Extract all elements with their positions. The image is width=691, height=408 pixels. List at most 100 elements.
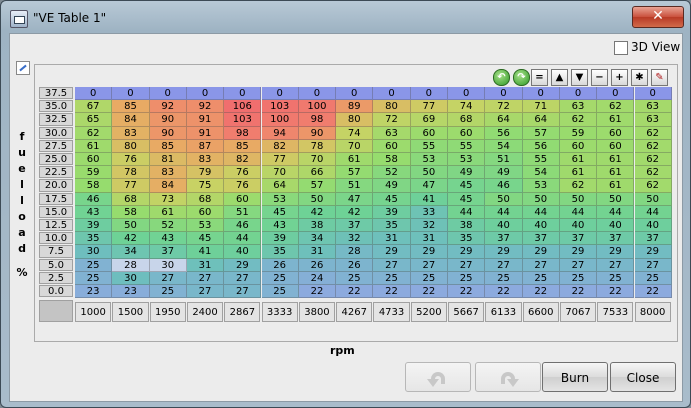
- table-cell[interactable]: 98: [224, 126, 262, 140]
- table-cell[interactable]: 56: [485, 126, 523, 140]
- table-cell[interactable]: 50: [485, 192, 523, 206]
- table-cell[interactable]: 37: [559, 232, 598, 246]
- table-cell[interactable]: 27: [373, 258, 411, 272]
- y-axis-label[interactable]: 7.5: [39, 245, 73, 258]
- decrement-icon[interactable]: ▼: [571, 69, 588, 86]
- table-cell[interactable]: 0: [186, 87, 225, 101]
- table-cell[interactable]: 0: [485, 87, 523, 101]
- x-axis-label[interactable]: 7533: [597, 302, 634, 323]
- table-cell[interactable]: 0: [634, 87, 672, 101]
- table-cell[interactable]: 50: [522, 192, 560, 206]
- redo-button[interactable]: [475, 362, 541, 392]
- table-cell[interactable]: 61: [597, 179, 635, 193]
- table-cell[interactable]: 25: [261, 285, 299, 299]
- table-cell[interactable]: 83: [149, 166, 187, 180]
- table-cell[interactable]: 67: [75, 100, 113, 114]
- table-cell[interactable]: 44: [559, 205, 598, 219]
- table-cell[interactable]: 72: [485, 100, 523, 114]
- table-cell[interactable]: 45: [448, 179, 486, 193]
- table-cell[interactable]: 49: [448, 166, 486, 180]
- table-cell[interactable]: 60: [597, 139, 635, 153]
- y-axis-label[interactable]: 12.5: [39, 219, 73, 232]
- table-cell[interactable]: 100: [298, 100, 337, 114]
- table-cell[interactable]: 58: [112, 205, 150, 219]
- table-cell[interactable]: 87: [186, 139, 225, 153]
- table-cell[interactable]: 0: [522, 87, 560, 101]
- table-cell[interactable]: 30: [112, 271, 150, 285]
- table-cell[interactable]: 25: [336, 271, 374, 285]
- table-cell[interactable]: 85: [224, 139, 262, 153]
- table-cell[interactable]: 38: [298, 219, 337, 233]
- table-cell[interactable]: 37: [336, 219, 374, 233]
- edit-notes-icon[interactable]: [16, 61, 30, 75]
- burn-button[interactable]: Burn: [542, 362, 608, 392]
- x-axis-label[interactable]: 7067: [559, 302, 597, 323]
- table-cell[interactable]: 60: [448, 126, 486, 140]
- table-cell[interactable]: 72: [373, 113, 411, 127]
- table-cell[interactable]: 53: [261, 192, 299, 206]
- table-cell[interactable]: 74: [336, 126, 374, 140]
- table-cell[interactable]: 27: [485, 258, 523, 272]
- table-cell[interactable]: 22: [410, 285, 448, 299]
- table-cell[interactable]: 92: [186, 100, 225, 114]
- table-cell[interactable]: 25: [448, 271, 486, 285]
- table-cell[interactable]: 40: [597, 219, 635, 233]
- x-axis-label[interactable]: 1000: [75, 302, 112, 323]
- table-cell[interactable]: 61: [597, 166, 635, 180]
- table-cell[interactable]: 52: [373, 166, 411, 180]
- table-cell[interactable]: 37: [634, 232, 672, 246]
- table-cell[interactable]: 33: [410, 205, 448, 219]
- table-cell[interactable]: 61: [559, 166, 598, 180]
- table-cell[interactable]: 100: [261, 113, 299, 127]
- table-cell[interactable]: 61: [559, 153, 598, 167]
- table-cell[interactable]: 25: [522, 271, 560, 285]
- table-cell[interactable]: 23: [75, 285, 113, 299]
- table-cell[interactable]: 78: [298, 139, 337, 153]
- table-cell[interactable]: 27: [149, 271, 187, 285]
- table-cell[interactable]: 62: [559, 113, 598, 127]
- multiply-icon[interactable]: ✱: [631, 69, 648, 86]
- table-cell[interactable]: 65: [75, 113, 113, 127]
- table-cell[interactable]: 24: [298, 271, 337, 285]
- table-cell[interactable]: 64: [485, 113, 523, 127]
- table-cell[interactable]: 30: [75, 245, 113, 259]
- y-axis-label[interactable]: 37.5: [39, 87, 73, 100]
- table-cell[interactable]: 58: [373, 153, 411, 167]
- table-cell[interactable]: 60: [597, 126, 635, 140]
- table-cell[interactable]: 29: [485, 245, 523, 259]
- table-cell[interactable]: 62: [634, 126, 672, 140]
- table-cell[interactable]: 34: [112, 245, 150, 259]
- table-cell[interactable]: 74: [448, 100, 486, 114]
- table-cell[interactable]: 25: [634, 271, 672, 285]
- table-cell[interactable]: 50: [559, 192, 598, 206]
- table-cell[interactable]: 39: [261, 232, 299, 246]
- table-cell[interactable]: 60: [559, 139, 598, 153]
- table-cell[interactable]: 60: [75, 153, 113, 167]
- view3d-label[interactable]: 3D View: [631, 40, 680, 54]
- table-cell[interactable]: 77: [112, 179, 150, 193]
- table-cell[interactable]: 62: [634, 139, 672, 153]
- x-axis-label[interactable]: 4733: [373, 302, 410, 323]
- table-cell[interactable]: 29: [448, 245, 486, 259]
- table-cell[interactable]: 45: [261, 205, 299, 219]
- table-cell[interactable]: 44: [634, 205, 672, 219]
- table-cell[interactable]: 50: [298, 192, 337, 206]
- table-cell[interactable]: 62: [559, 179, 598, 193]
- table-cell[interactable]: 29: [597, 245, 635, 259]
- table-cell[interactable]: 60: [410, 126, 448, 140]
- x-axis-label[interactable]: 3800: [298, 302, 336, 323]
- table-cell[interactable]: 0: [112, 87, 150, 101]
- table-cell[interactable]: 80: [112, 139, 150, 153]
- table-cell[interactable]: 27: [186, 285, 225, 299]
- table-cell[interactable]: 39: [75, 219, 113, 233]
- table-cell[interactable]: 25: [410, 271, 448, 285]
- table-cell[interactable]: 27: [634, 258, 672, 272]
- table-cell[interactable]: 71: [522, 100, 560, 114]
- table-cell[interactable]: 43: [149, 232, 187, 246]
- table-cell[interactable]: 35: [448, 232, 486, 246]
- table-cell[interactable]: 44: [522, 205, 560, 219]
- table-cell[interactable]: 22: [559, 285, 598, 299]
- table-cell[interactable]: 29: [522, 245, 560, 259]
- table-cell[interactable]: 25: [75, 271, 113, 285]
- rotate-right-icon[interactable]: ↷: [513, 69, 530, 86]
